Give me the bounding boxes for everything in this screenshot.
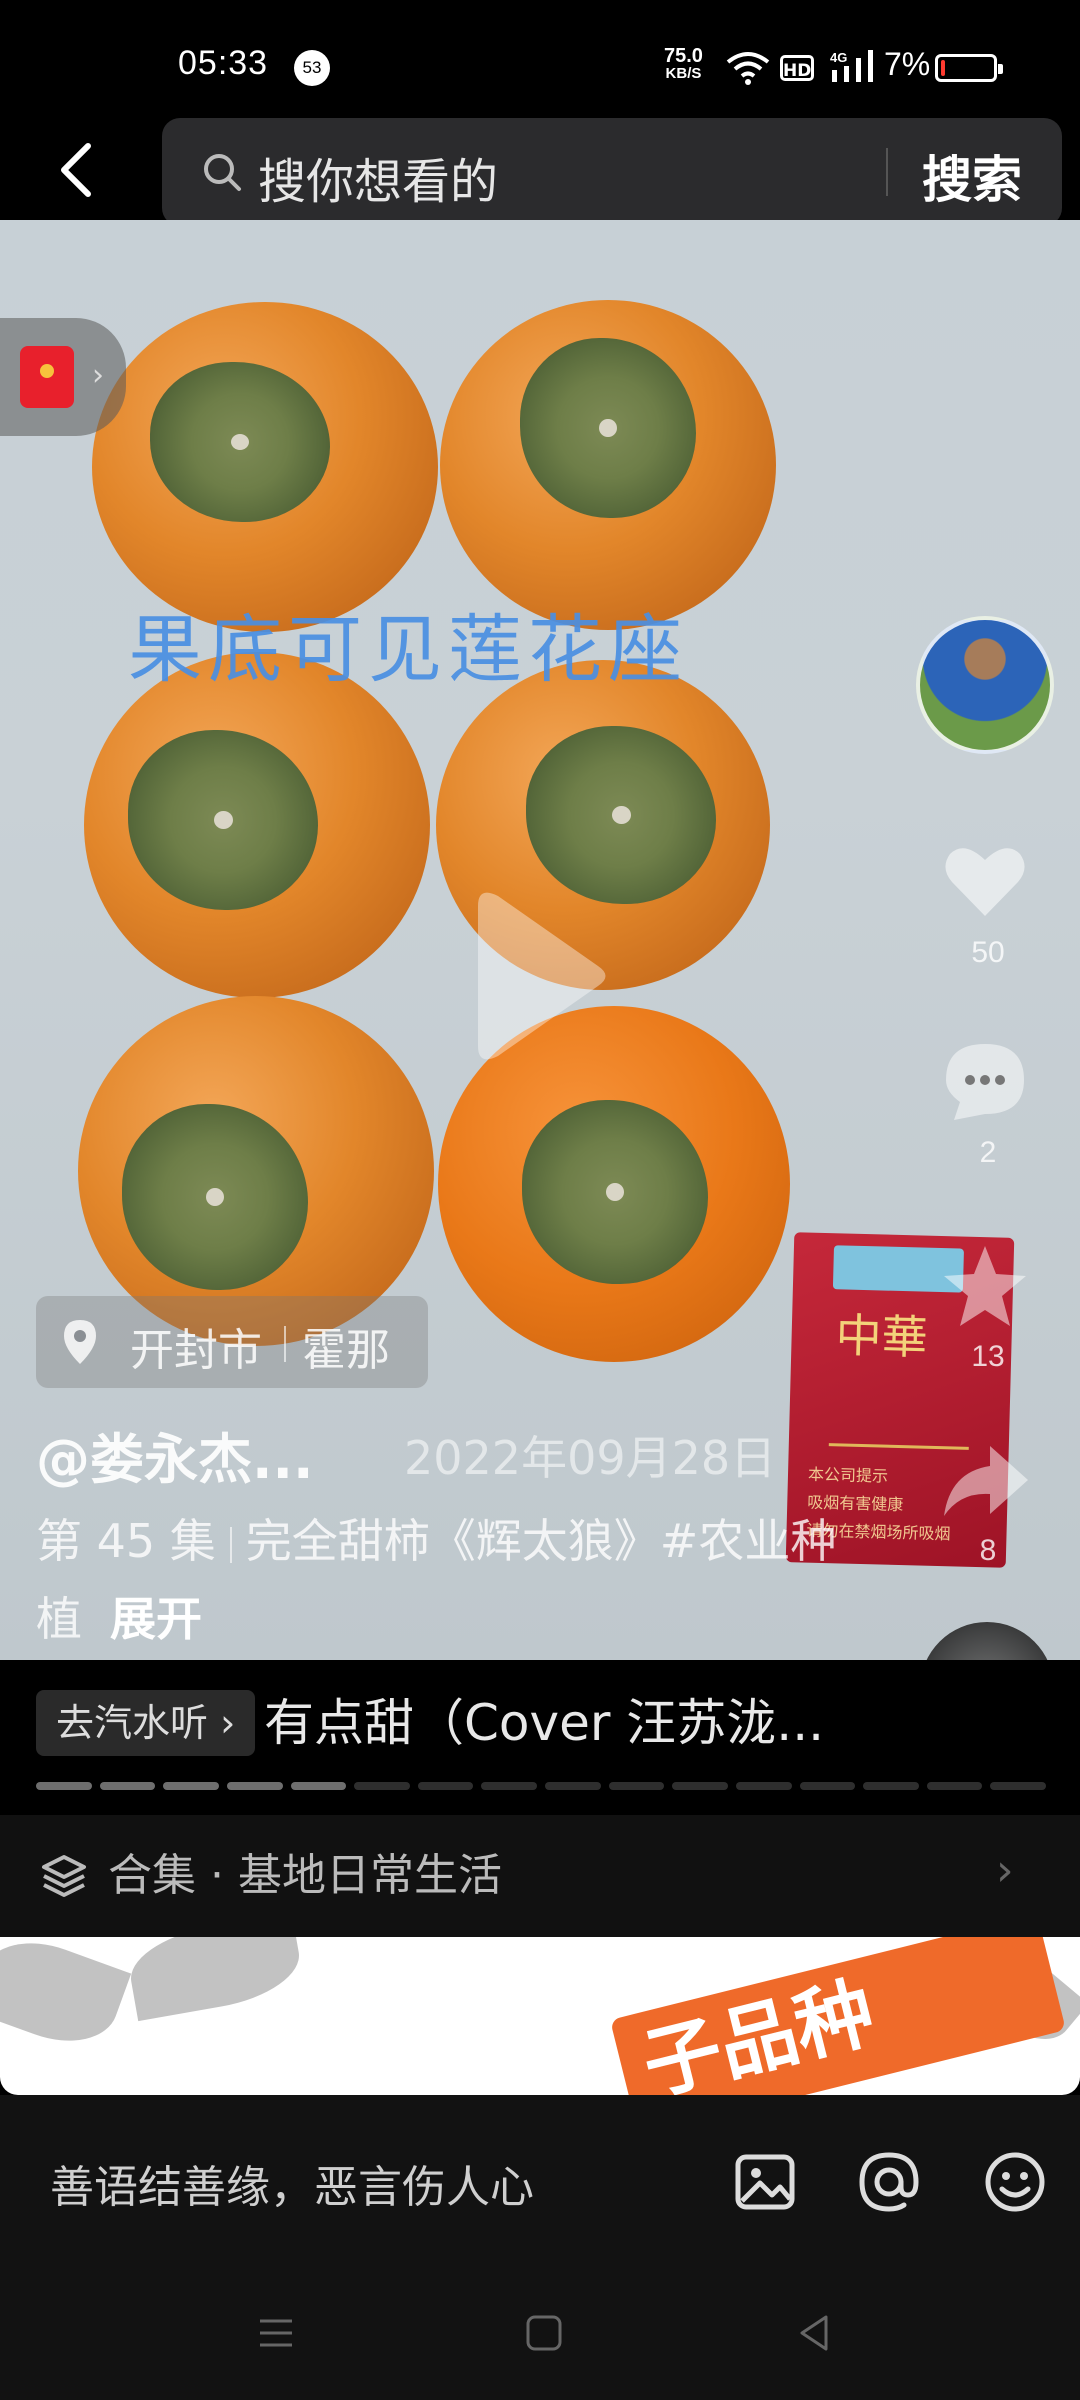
clock: 05:33 (178, 44, 269, 82)
expand-button[interactable]: 展开 (110, 1592, 202, 1646)
chevron-right-icon: › (996, 1845, 1014, 1896)
progress-segment (354, 1782, 410, 1790)
share-count: 8 (979, 1534, 997, 1567)
collection-row[interactable]: 合集 · 基地日常生活 › (0, 1815, 1080, 1937)
desc-divider (229, 1526, 232, 1563)
pack-text-1: 本公司提示 (807, 1464, 889, 1486)
music-tag-label: 去汽水听 (56, 1701, 209, 1745)
progress-segment (226, 1782, 283, 1790)
play-icon[interactable] (458, 886, 608, 1066)
chevron-right-icon: › (208, 1701, 236, 1745)
signal-icon: 4G (830, 50, 873, 82)
search-button[interactable]: 搜索 (922, 140, 1022, 212)
share-icon[interactable] (940, 1436, 1030, 1526)
episode-progress (36, 1782, 1046, 1792)
progress-segment (863, 1782, 919, 1790)
search-divider (886, 148, 888, 196)
wifi-icon (726, 52, 770, 85)
progress-segment (990, 1782, 1046, 1790)
leaf-decoration (0, 1937, 132, 2059)
battery-percent: 7% (884, 46, 931, 82)
progress-segment (290, 1782, 347, 1790)
red-envelope-icon (20, 346, 74, 408)
emoji-icon[interactable] (982, 2149, 1048, 2215)
progress-segment (926, 1782, 983, 1790)
network-type: 4G (830, 50, 847, 65)
comment-input[interactable]: 善语结善缘，恶言伤人心 (50, 2151, 534, 2215)
progress-segment (163, 1782, 219, 1790)
leaf-decoration (124, 1937, 306, 2022)
back-icon[interactable] (792, 2311, 836, 2355)
progress-segment (417, 1782, 474, 1790)
search-input[interactable]: 搜你想看的 (258, 142, 498, 212)
music-source-tag[interactable]: 去汽水听 › (36, 1690, 256, 1756)
video-caption: 果底可见莲花座 (128, 607, 688, 693)
location-pin-icon (64, 1320, 96, 1364)
progress-segment (799, 1782, 856, 1790)
comment-count: 2 (979, 1136, 997, 1169)
layers-icon (42, 1855, 86, 1897)
like-count: 50 (971, 936, 1005, 969)
red-packet-widget[interactable]: › (0, 318, 126, 436)
search-bar[interactable]: 搜你想看的 搜索 (162, 118, 1062, 226)
search-icon (204, 154, 241, 191)
location-divider (284, 1326, 286, 1362)
progress-segment (99, 1782, 156, 1790)
progress-segment (481, 1782, 537, 1790)
progress-segment (545, 1782, 601, 1790)
location-tag[interactable]: 开封市 霍那 (36, 1296, 428, 1388)
favorite-count: 13 (971, 1340, 1005, 1373)
heart-icon[interactable] (940, 836, 1030, 926)
comment-icon[interactable] (940, 1036, 1030, 1126)
collection-label: 合集 · 基地日常生活 (108, 1850, 502, 1901)
location-area: 霍那 (302, 1325, 390, 1376)
battery-fill (941, 60, 945, 76)
progress-segment (36, 1782, 92, 1790)
author-name[interactable]: @娄永杰... (36, 1415, 314, 1494)
menu-icon[interactable] (254, 2311, 298, 2355)
location-city: 开封市 (130, 1325, 262, 1376)
battery-icon (935, 54, 1003, 82)
progress-segment (672, 1782, 728, 1790)
star-icon[interactable] (940, 1240, 1030, 1330)
progress-segment (608, 1782, 665, 1790)
back-arrow-icon[interactable] (40, 130, 110, 210)
home-icon[interactable] (522, 2311, 566, 2355)
progress-segment (735, 1782, 792, 1790)
music-bar: 去汽水听 › 有点甜（Cover 汪苏泷... (0, 1660, 1080, 1810)
post-description: 第 45 集完全甜柿《辉太狼》#农业种植 展开 (36, 1502, 856, 1658)
status-bar: 05:33 53 75.0 KB/S HD 4G 7% (0, 0, 1080, 100)
mention-icon[interactable] (856, 2149, 922, 2215)
promo-banner[interactable]: 子品种 (0, 1937, 1080, 2095)
network-speed: 75.0 KB/S (664, 46, 703, 82)
episode-number[interactable]: 第 45 集 (36, 1514, 216, 1568)
post-date: 2022年09月28日 (404, 1431, 777, 1485)
notification-badge: 53 (294, 50, 330, 86)
network-speed-unit: KB/S (665, 65, 702, 82)
hd-icon: HD (780, 55, 814, 81)
song-title[interactable]: 有点甜（Cover 汪苏泷... (264, 1690, 824, 1756)
pack-brand: 中華 (834, 1308, 929, 1365)
image-icon[interactable] (732, 2149, 798, 2215)
network-speed-value: 75.0 (664, 45, 703, 67)
system-nav-bar (0, 2265, 1080, 2400)
author-avatar[interactable] (916, 616, 1054, 754)
chevron-right-icon: › (92, 358, 104, 393)
comment-bar: 善语结善缘，恶言伤人心 (0, 2095, 1080, 2265)
